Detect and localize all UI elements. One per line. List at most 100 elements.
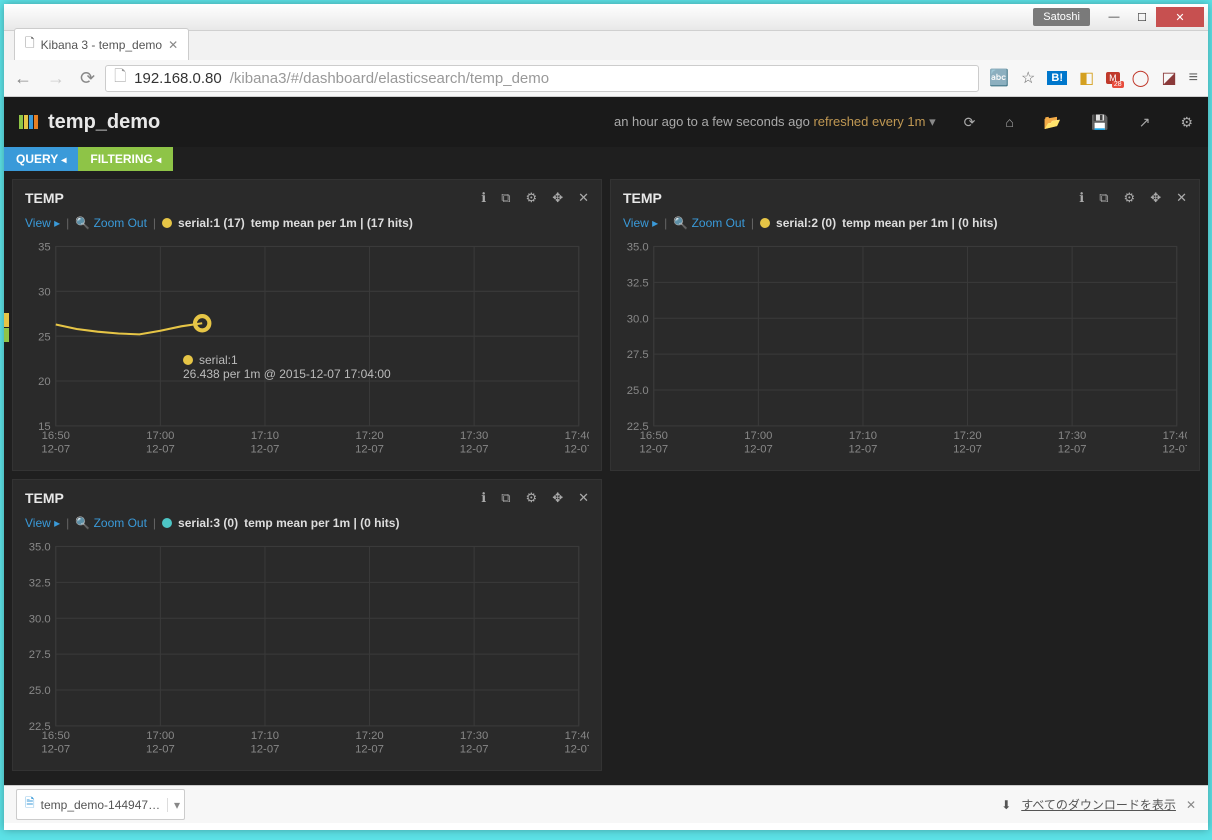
query-tab[interactable]: QUERY ◂: [4, 147, 78, 171]
copy-icon[interactable]: ⧉: [501, 190, 510, 206]
refresh-interval: refreshed every 1m: [813, 114, 925, 129]
move-icon[interactable]: ✥: [552, 190, 563, 206]
close-button[interactable]: ✕: [1156, 7, 1204, 27]
time-range[interactable]: an hour ago to a few seconds ago refresh…: [614, 114, 936, 130]
home-icon[interactable]: ⌂: [1005, 114, 1013, 131]
star-icon[interactable]: ☆: [1021, 68, 1035, 88]
info-icon[interactable]: ℹ: [1079, 190, 1084, 206]
move-icon[interactable]: ✥: [1150, 190, 1161, 206]
svg-text:16:50: 16:50: [42, 430, 70, 442]
legend-metric: temp mean per 1m | (17 hits): [251, 216, 413, 230]
legend-dot-icon: [162, 218, 172, 228]
extension-icon[interactable]: ◧: [1079, 68, 1094, 88]
zoom-out-link[interactable]: 🔍 Zoom Out: [75, 216, 147, 230]
share-icon[interactable]: ↗: [1139, 114, 1151, 131]
svg-text:35.0: 35.0: [29, 542, 51, 554]
forward-button[interactable]: →: [47, 68, 65, 89]
refresh-icon[interactable]: ⟳: [964, 114, 976, 131]
close-downloadbar-icon[interactable]: ✕: [1186, 798, 1196, 812]
view-link[interactable]: View ▸: [25, 516, 60, 530]
svg-text:12-07: 12-07: [460, 744, 489, 756]
back-button[interactable]: ←: [14, 68, 32, 89]
extension2-icon[interactable]: ◪: [1162, 68, 1177, 88]
close-icon[interactable]: ✕: [1176, 190, 1187, 206]
chart-serial1[interactable]: 152025303516:5012-0717:0012-0717:1012-07…: [13, 240, 601, 470]
show-all-downloads-link[interactable]: すべてのダウンロードを表示: [1021, 796, 1176, 813]
page-icon: 🗋: [114, 66, 126, 91]
copy-icon[interactable]: ⧉: [1099, 190, 1108, 206]
gear-icon[interactable]: ⚙: [526, 190, 538, 206]
copy-icon[interactable]: ⧉: [501, 490, 510, 506]
reload-button[interactable]: ⟳: [80, 68, 95, 89]
svg-text:30.0: 30.0: [627, 313, 649, 325]
browser-titlebar: Satoshi — ☐ ✕: [4, 4, 1208, 31]
tab-close-icon[interactable]: ✕: [168, 38, 178, 52]
svg-text:12-07: 12-07: [251, 744, 280, 756]
settings-gear-icon[interactable]: ⚙: [1180, 114, 1193, 131]
svg-text:17:30: 17:30: [460, 430, 488, 442]
kibana-viewport: temp_demo an hour ago to a few seconds a…: [4, 97, 1208, 785]
svg-text:16:50: 16:50: [42, 730, 70, 742]
minimize-button[interactable]: —: [1100, 7, 1128, 27]
svg-text:27.5: 27.5: [627, 349, 649, 361]
menu-icon[interactable]: ≡: [1189, 69, 1198, 87]
close-icon[interactable]: ✕: [578, 190, 589, 206]
info-icon[interactable]: ℹ: [481, 190, 486, 206]
svg-text:32.5: 32.5: [627, 277, 649, 289]
view-link[interactable]: View ▸: [623, 216, 658, 230]
file-icon: 🗎: [25, 794, 35, 815]
url-path: /kibana3/#/dashboard/elasticsearch/temp_…: [230, 70, 549, 87]
chart-serial2[interactable]: 22.525.027.530.032.535.016:5012-0717:001…: [611, 240, 1199, 470]
svg-text:30: 30: [38, 286, 51, 298]
legend-metric: temp mean per 1m | (0 hits): [244, 516, 399, 530]
caret-left-icon: ◂: [156, 155, 161, 166]
gear-icon[interactable]: ⚙: [526, 490, 538, 506]
svg-text:17:10: 17:10: [251, 430, 279, 442]
panel-temp-serial2: TEMP ℹ ⧉ ⚙ ✥ ✕ View ▸ | 🔍 Zoom Out: [610, 179, 1200, 471]
svg-text:12-07: 12-07: [146, 744, 175, 756]
download-item[interactable]: 🗎 temp_demo-144947… ▾: [16, 789, 185, 820]
zoom-out-link[interactable]: 🔍 Zoom Out: [75, 516, 147, 530]
svg-text:12-07: 12-07: [41, 744, 70, 756]
svg-text:17:00: 17:00: [146, 730, 174, 742]
info-icon[interactable]: ℹ: [481, 490, 486, 506]
svg-text:17:20: 17:20: [953, 430, 981, 442]
svg-text:12-07: 12-07: [744, 444, 773, 456]
opera-icon[interactable]: ◯: [1132, 68, 1150, 88]
svg-text:12-07: 12-07: [849, 444, 878, 456]
svg-text:35.0: 35.0: [627, 242, 649, 254]
browser-tab[interactable]: 🗋 Kibana 3 - temp_demo ✕: [14, 28, 189, 60]
folder-open-icon[interactable]: 📂: [1044, 114, 1061, 131]
save-icon[interactable]: 💾: [1091, 114, 1108, 131]
filtering-tab[interactable]: FILTERING ◂: [78, 147, 173, 171]
panel-title: TEMP: [25, 190, 64, 206]
move-icon[interactable]: ✥: [552, 490, 563, 506]
svg-text:17:30: 17:30: [1058, 430, 1086, 442]
maximize-button[interactable]: ☐: [1128, 7, 1156, 27]
hatena-b-icon[interactable]: B!: [1047, 71, 1067, 85]
nav-buttons: ← → ⟳: [14, 68, 95, 89]
browser-tabs: 🗋 Kibana 3 - temp_demo ✕: [4, 31, 1208, 60]
side-marker-yellow: [4, 313, 9, 327]
url-bar[interactable]: 🗋 192.168.0.80/kibana3/#/dashboard/elast…: [105, 65, 979, 92]
legend-series: serial:1 (17): [178, 216, 245, 230]
side-marker-green: [4, 328, 9, 342]
close-icon[interactable]: ✕: [578, 490, 589, 506]
panel-title: TEMP: [623, 190, 662, 206]
browser-window: Satoshi — ☐ ✕ 🗋 Kibana 3 - temp_demo ✕ ←…: [4, 4, 1208, 830]
chart-serial3[interactable]: 22.525.027.530.032.535.016:5012-0717:001…: [13, 540, 601, 770]
dropdown-icon[interactable]: ▾: [167, 798, 180, 812]
kibana-toggle-tabs: QUERY ◂ FILTERING ◂: [4, 147, 1208, 171]
kibana-logo-icon: [19, 115, 38, 129]
svg-text:20: 20: [38, 376, 51, 388]
window-controls: — ☐ ✕: [1100, 7, 1204, 27]
zoom-out-link[interactable]: 🔍 Zoom Out: [673, 216, 745, 230]
translate-icon[interactable]: 🔤: [989, 68, 1009, 88]
gmail-icon[interactable]: M28: [1106, 72, 1120, 84]
svg-text:30.0: 30.0: [29, 613, 51, 625]
user-badge[interactable]: Satoshi: [1033, 8, 1090, 26]
view-link[interactable]: View ▸: [25, 216, 60, 230]
svg-text:12-07: 12-07: [146, 444, 175, 456]
toolbar-icons: 🔤 ☆ B! ◧ M28 ◯ ◪ ≡: [989, 68, 1198, 88]
gear-icon[interactable]: ⚙: [1124, 190, 1136, 206]
